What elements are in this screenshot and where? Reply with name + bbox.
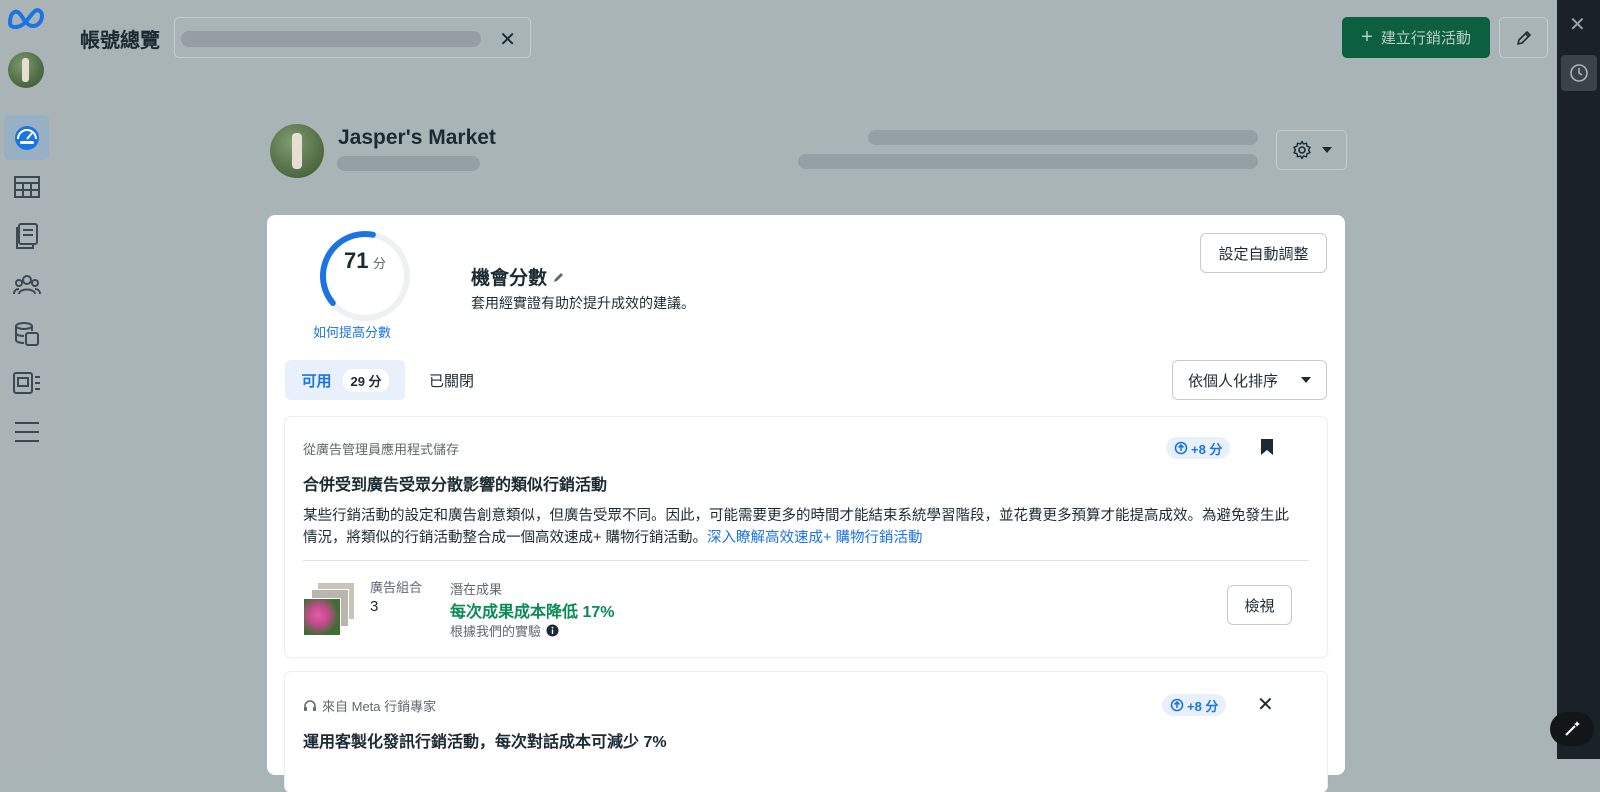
nav-menu-icon[interactable]: [4, 409, 49, 454]
ad-thumbnails: [303, 582, 357, 636]
close-icon[interactable]: ✕: [1569, 12, 1586, 37]
sort-label: 依個人化排序: [1188, 372, 1279, 390]
settings-button[interactable]: [1276, 130, 1347, 170]
opportunity-card: 71 分 如何提高分數 機會分數 套用經實證有助於提升成效的建議。 設定自動調整…: [267, 215, 1345, 792]
headset-icon: [304, 699, 316, 711]
bookmark-icon[interactable]: [1260, 438, 1274, 456]
clear-icon[interactable]: ✕: [499, 27, 516, 52]
dismiss-icon[interactable]: ✕: [1257, 692, 1274, 717]
redacted-account-id: [337, 156, 480, 171]
recommendation-card: 從廣告管理員應用程式儲存 +8 分 合併受到廣告受眾分散影響的類似行銷活動 某些…: [285, 417, 1327, 657]
potential-result-label: 潛在成果: [450, 582, 503, 597]
page-title: 帳號總覽: [80, 30, 160, 52]
nav-pages-icon[interactable]: [4, 213, 49, 258]
gear-icon: [1292, 140, 1311, 160]
redacted-text: [181, 31, 481, 47]
right-panel: ✕: [1557, 0, 1600, 759]
score-gain-text: +8 分: [1191, 441, 1223, 457]
pencil-icon: [1516, 30, 1531, 45]
tab-available-label: 可用: [301, 372, 332, 390]
learn-more-link[interactable]: 深入瞭解高效速成+ 購物行銷活動: [707, 530, 923, 546]
tab-closed[interactable]: 已關閉: [429, 370, 474, 391]
recommendation-title: 運用客製化發訊行銷活動，每次對話成本可減少 7%: [303, 734, 667, 751]
experiment-note-text: 根據我們的實驗: [450, 624, 542, 639]
account-name: Jasper's Market: [338, 126, 496, 149]
nav-overview-icon[interactable]: [4, 115, 49, 160]
edit-button[interactable]: [1499, 17, 1548, 58]
recommendation-card: 來自 Meta 行銷專家 +8 分 ✕ 運用客製化發訊行銷活動，每次對話成本可減…: [285, 672, 1327, 792]
info-icon[interactable]: [546, 624, 559, 637]
redacted-text: [798, 154, 1258, 169]
how-to-improve-link[interactable]: 如何提高分數: [313, 322, 391, 341]
left-nav: [0, 0, 60, 759]
recommendation-source: 從廣告管理員應用程式儲存: [303, 442, 460, 457]
tab-available-badge: 29 分: [343, 368, 389, 392]
nav-table-icon[interactable]: [4, 164, 49, 209]
view-button[interactable]: 檢視: [1227, 585, 1292, 625]
score-gain-badge: +8 分: [1162, 694, 1227, 716]
score-number: 71: [344, 248, 369, 273]
caret-down-icon: [1301, 377, 1311, 383]
adsets-value: 3: [370, 598, 379, 615]
caret-down-icon: [1321, 147, 1332, 153]
account-search-input[interactable]: ✕: [174, 17, 531, 58]
pencil-icon[interactable]: [553, 271, 565, 283]
magic-wand-icon[interactable]: [1550, 712, 1594, 746]
auto-adjust-button[interactable]: 設定自動調整: [1200, 233, 1327, 273]
sort-dropdown[interactable]: 依個人化排序: [1172, 360, 1327, 400]
opportunity-title: 機會分數: [471, 263, 565, 290]
arrow-up-circle-icon: [1170, 698, 1184, 712]
experiment-note: 根據我們的實驗: [450, 621, 559, 640]
arrow-up-circle-icon: [1174, 441, 1188, 455]
nav-reports-icon[interactable]: [4, 360, 49, 405]
tab-available[interactable]: 可用 29 分: [285, 360, 405, 400]
create-campaign-label: 建立行銷活動: [1380, 30, 1471, 47]
recommendation-source: 來自 Meta 行銷專家: [303, 696, 436, 715]
divider: [303, 560, 1309, 561]
recommendation-source-text: 來自 Meta 行銷專家: [322, 699, 437, 714]
potential-result-value: 每次成果成本降低 17%: [450, 604, 615, 621]
score-gauge: [320, 231, 410, 321]
account-avatar-large: [270, 124, 324, 178]
score-gain-text: +8 分: [1187, 698, 1219, 714]
opportunity-subtitle: 套用經實證有助於提升成效的建議。: [471, 295, 695, 311]
create-campaign-button[interactable]: + 建立行銷活動: [1342, 17, 1490, 58]
meta-logo[interactable]: [7, 6, 47, 35]
redacted-text: [868, 130, 1258, 145]
score-gain-badge: +8 分: [1166, 437, 1231, 459]
nav-billing-icon[interactable]: [4, 311, 49, 356]
plus-icon: +: [1361, 26, 1373, 48]
score-unit: 分: [372, 256, 386, 271]
recommendation-title: 合併受到廣告受眾分散影響的類似行銷活動: [303, 477, 608, 494]
account-avatar[interactable]: [8, 52, 44, 88]
history-icon[interactable]: [1561, 55, 1597, 91]
adsets-label: 廣告組合: [370, 580, 423, 595]
opportunity-title-text: 機會分數: [471, 268, 548, 289]
nav-audience-icon[interactable]: [4, 262, 49, 307]
score-value: 71 分: [315, 248, 415, 274]
recommendation-body: 某些行銷活動的設定和廣告創意類似，但廣告受眾不同。因此，可能需要更多的時間才能結…: [303, 505, 1293, 549]
